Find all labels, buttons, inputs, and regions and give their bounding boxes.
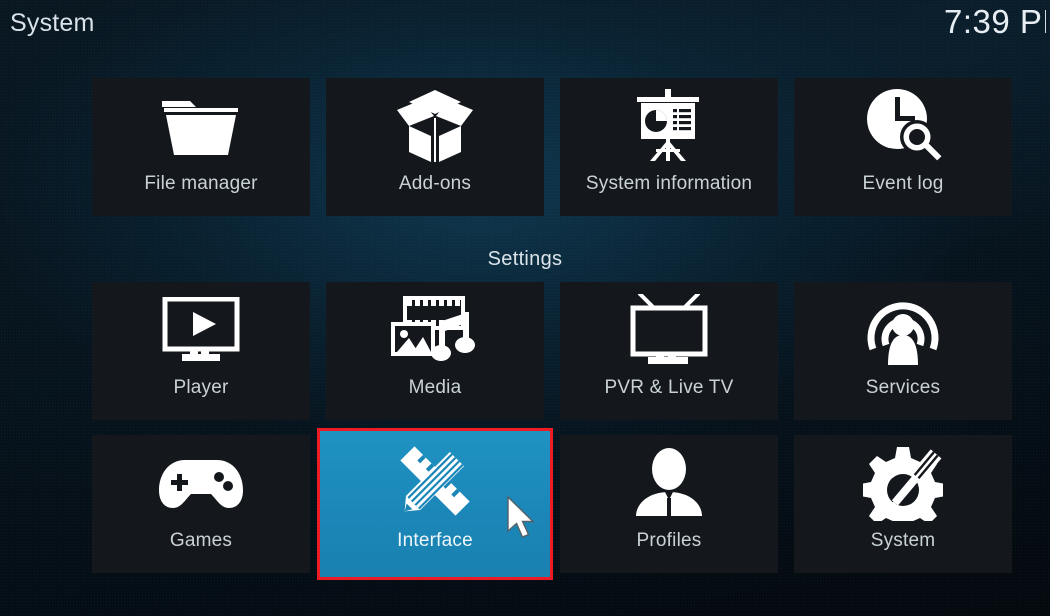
tile-label: Profiles [636, 530, 702, 551]
tile-label: System [870, 530, 936, 551]
tile-pvr-live-tv[interactable]: PVR & Live TV [560, 282, 778, 420]
tile-games[interactable]: Games [92, 435, 310, 573]
section-label-settings: Settings [487, 248, 563, 270]
tile-label: Add-ons [398, 173, 472, 194]
tile-label: Services [865, 377, 941, 398]
gear-screwdriver-icon [794, 435, 1012, 531]
kodi-system-screen: System 7:39 PM File manager [0, 0, 1050, 616]
monitor-play-icon [92, 282, 310, 378]
tile-label: Media [408, 377, 462, 398]
folder-icon [92, 78, 310, 174]
tile-label: PVR & Live TV [604, 377, 734, 398]
ruler-pencil-icon [320, 431, 550, 531]
tile-label: Interface [397, 530, 473, 551]
presentation-board-icon [560, 78, 778, 174]
person-bust-icon [560, 435, 778, 531]
top-bar: System 7:39 PM [0, 0, 1050, 62]
tile-system[interactable]: System [794, 435, 1012, 573]
page-title: System [10, 9, 95, 37]
tile-add-ons[interactable]: Add-ons [326, 78, 544, 216]
tile-file-manager[interactable]: File manager [92, 78, 310, 216]
television-antenna-icon [560, 282, 778, 378]
person-broadcast-icon [794, 282, 1012, 378]
tile-label: File manager [144, 173, 258, 194]
tile-event-log[interactable]: Event log [794, 78, 1012, 216]
tile-interface[interactable]: Interface [317, 428, 553, 580]
tile-system-information[interactable]: System information [560, 78, 778, 216]
tile-services[interactable]: Services [794, 282, 1012, 420]
film-photo-music-icon [326, 282, 544, 378]
clock-search-icon [794, 78, 1012, 174]
tile-player[interactable]: Player [92, 282, 310, 420]
tile-profiles[interactable]: Profiles [560, 435, 778, 573]
clock-label: 7:39 PM [944, 3, 1046, 40]
open-box-icon [326, 78, 544, 174]
tile-label: System information [585, 173, 753, 194]
tile-label: Player [173, 377, 229, 398]
tile-label: Event log [862, 173, 944, 194]
tile-grid: File manager Add-ons System information … [0, 0, 1050, 616]
tile-label: Games [169, 530, 233, 551]
gamepad-icon [92, 435, 310, 531]
tile-media[interactable]: Media [326, 282, 544, 420]
